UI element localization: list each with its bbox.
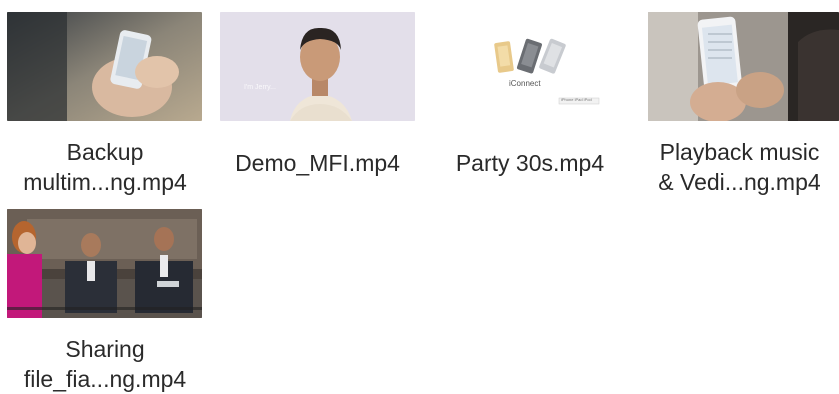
video-thumbnail[interactable] [7, 209, 202, 318]
video-thumbnail[interactable]: I'm Jerry... [220, 12, 415, 121]
video-thumbnail[interactable] [648, 12, 839, 121]
thumbnail-caption-small: iPhone iPad iPod [561, 97, 592, 102]
file-name: Backup multim...ng.mp4 [23, 139, 187, 195]
file-name: Sharing file_fia...ng.mp4 [23, 336, 187, 392]
video-thumbnail[interactable] [7, 12, 202, 121]
file-name: Demo_MFI.mp4 [235, 150, 400, 176]
video-thumbnail[interactable]: iConnect iPhone iPad iPod [433, 12, 628, 121]
file-name: Party 30s.mp4 [455, 150, 605, 176]
thumbnail-caption: iConnect [509, 79, 541, 88]
file-name: Playback music & Vedi...ng.mp4 [658, 139, 821, 195]
thumbnail-caption: I'm Jerry... [244, 84, 276, 91]
